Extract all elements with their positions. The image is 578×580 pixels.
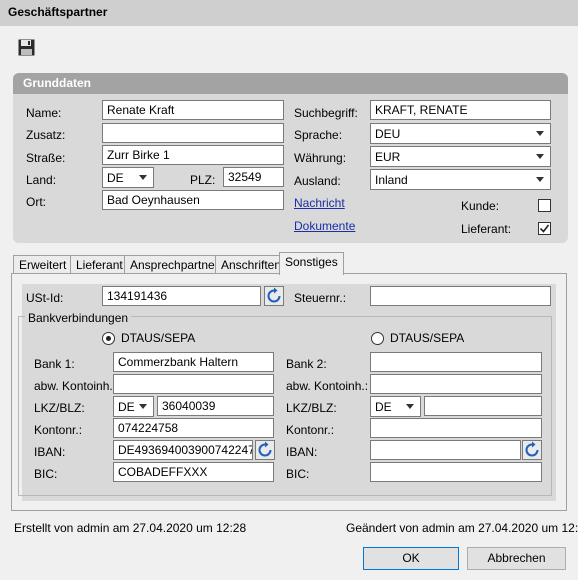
kunde-label: Kunde: — [461, 199, 500, 213]
zusatz-label: Zusatz: — [26, 128, 66, 142]
plz-field[interactable]: 32549 — [223, 167, 284, 187]
radio-dot — [106, 336, 111, 341]
land-value: DE — [107, 171, 124, 185]
bank1-field[interactable]: Commerzbank Haltern — [113, 352, 274, 372]
waehrung-value: EUR — [375, 150, 401, 164]
left-kontonr-label: Kontonr.: — [34, 423, 83, 437]
refresh-icon — [267, 287, 281, 303]
ort-field[interactable]: Bad Oeynhausen — [102, 190, 284, 210]
right-dtaus-label: DTAUS/SEPA — [390, 331, 465, 345]
title-bar: Geschäftspartner — [0, 0, 578, 26]
ort-label: Ort: — [26, 195, 46, 209]
ausland-select[interactable]: Inland — [370, 169, 551, 190]
ausland-label: Ausland: — [294, 174, 341, 188]
chevron-down-icon — [536, 131, 544, 136]
window-title: Geschäftspartner — [8, 5, 108, 19]
left-dtaus-label: DTAUS/SEPA — [121, 331, 196, 345]
tab-sonstiges[interactable]: Sonstiges — [279, 252, 344, 275]
left-kontoinh-label: abw. Kontoinh.: — [34, 379, 117, 393]
suchbegriff-label: Suchbegriff: — [294, 106, 358, 120]
cancel-button[interactable]: Abbrechen — [467, 547, 566, 570]
name-field[interactable]: Renate Kraft — [102, 100, 284, 120]
tab-anschriften[interactable]: Anschriften — [215, 255, 288, 274]
land-label: Land: — [26, 173, 57, 187]
tab-ansprechpartner[interactable]: Ansprechpartner — [124, 255, 225, 274]
tab-lieferant[interactable]: Lieferant — [70, 255, 129, 274]
chevron-down-icon — [139, 175, 147, 180]
left-kontonr-field[interactable]: 074224758 — [113, 418, 274, 438]
right-iban-field[interactable] — [370, 440, 521, 460]
bank1-label: Bank 1: — [34, 357, 75, 371]
sprache-label: Sprache: — [294, 128, 343, 142]
right-kontoinh-label: abw. Kontoinh.: — [286, 379, 369, 393]
left-bic-label: BIC: — [34, 467, 58, 481]
floppy-disk-icon[interactable] — [18, 39, 35, 56]
refresh-icon — [258, 441, 272, 457]
name-label: Name: — [26, 106, 62, 120]
kunde-checkbox[interactable] — [538, 199, 551, 212]
suchbegriff-field[interactable]: KRAFT, RENATE — [370, 100, 551, 120]
left-kontoinh-field[interactable] — [113, 374, 274, 394]
window: Geschäftspartner Grunddaten Name: Renate… — [0, 0, 578, 580]
right-kontoinh-field[interactable] — [370, 374, 542, 394]
right-iban-refresh-button[interactable] — [522, 440, 542, 460]
plz-label: PLZ: — [190, 173, 216, 187]
strasse-field[interactable]: Zurr Birke 1 — [102, 145, 284, 165]
sprache-value: DEU — [375, 127, 401, 141]
lieferant-label: Lieferant: — [461, 222, 512, 236]
bank2-label: Bank 2: — [286, 357, 327, 371]
zusatz-field[interactable] — [102, 123, 284, 143]
grunddaten-header: Grunddaten — [13, 73, 568, 94]
bankverbindungen-title: Bankverbindungen — [25, 311, 132, 325]
chevron-down-icon — [536, 177, 544, 182]
chevron-down-icon — [406, 404, 414, 409]
left-bic-field[interactable]: COBADEFFXXX — [113, 462, 274, 482]
sprache-select[interactable]: DEU — [370, 123, 551, 144]
left-lkz-label: LKZ/BLZ: — [34, 401, 85, 415]
chevron-down-icon — [139, 404, 147, 409]
ustid-refresh-button[interactable] — [264, 286, 284, 306]
changed-info: Geändert von admin am 27.04.2020 um 12:2… — [346, 521, 578, 535]
waehrung-label: Währung: — [294, 151, 347, 165]
right-iban-label: IBAN: — [286, 445, 318, 459]
tab-erweitert[interactable]: Erweitert — [13, 255, 73, 274]
lieferant-checkbox[interactable] — [538, 222, 551, 235]
right-bic-label: BIC: — [286, 467, 310, 481]
left-iban-refresh-button[interactable] — [255, 440, 275, 460]
bank2-field[interactable] — [370, 352, 542, 372]
waehrung-select[interactable]: EUR — [370, 146, 551, 167]
refresh-icon — [525, 441, 539, 457]
right-lkz-value: DE — [375, 400, 392, 414]
left-iban-field[interactable]: DE49369400390074224758 — [113, 440, 253, 460]
ustid-field[interactable]: 134191436 — [102, 286, 261, 306]
right-kontonr-label: Kontonr.: — [286, 423, 335, 437]
grunddaten-title: Grunddaten — [23, 76, 91, 90]
ok-button[interactable]: OK — [363, 547, 459, 570]
created-info: Erstellt von admin am 27.04.2020 um 12:2… — [14, 521, 247, 535]
land-select[interactable]: DE — [102, 167, 154, 188]
left-lkz-select[interactable]: DE — [113, 396, 154, 417]
right-bic-field[interactable] — [370, 462, 542, 482]
steuernr-field[interactable] — [370, 286, 551, 306]
chevron-down-icon — [536, 154, 544, 159]
right-lkz-label: LKZ/BLZ: — [286, 401, 337, 415]
left-blz-field[interactable]: 36040039 — [157, 396, 274, 416]
left-iban-label: IBAN: — [34, 445, 66, 459]
steuernr-label: Steuernr.: — [294, 291, 347, 305]
right-dtaus-radio[interactable] — [371, 332, 384, 345]
dokumente-link[interactable]: Dokumente — [294, 219, 355, 233]
right-blz-field[interactable] — [424, 396, 542, 416]
strasse-label: Straße: — [26, 151, 66, 165]
nachricht-link[interactable]: Nachricht — [294, 196, 345, 210]
ustid-label: USt-Id: — [26, 291, 64, 305]
right-lkz-select[interactable]: DE — [370, 396, 421, 417]
left-lkz-value: DE — [118, 400, 135, 414]
ausland-value: Inland — [375, 173, 408, 187]
left-dtaus-radio[interactable] — [102, 332, 115, 345]
right-kontonr-field[interactable] — [370, 418, 542, 438]
